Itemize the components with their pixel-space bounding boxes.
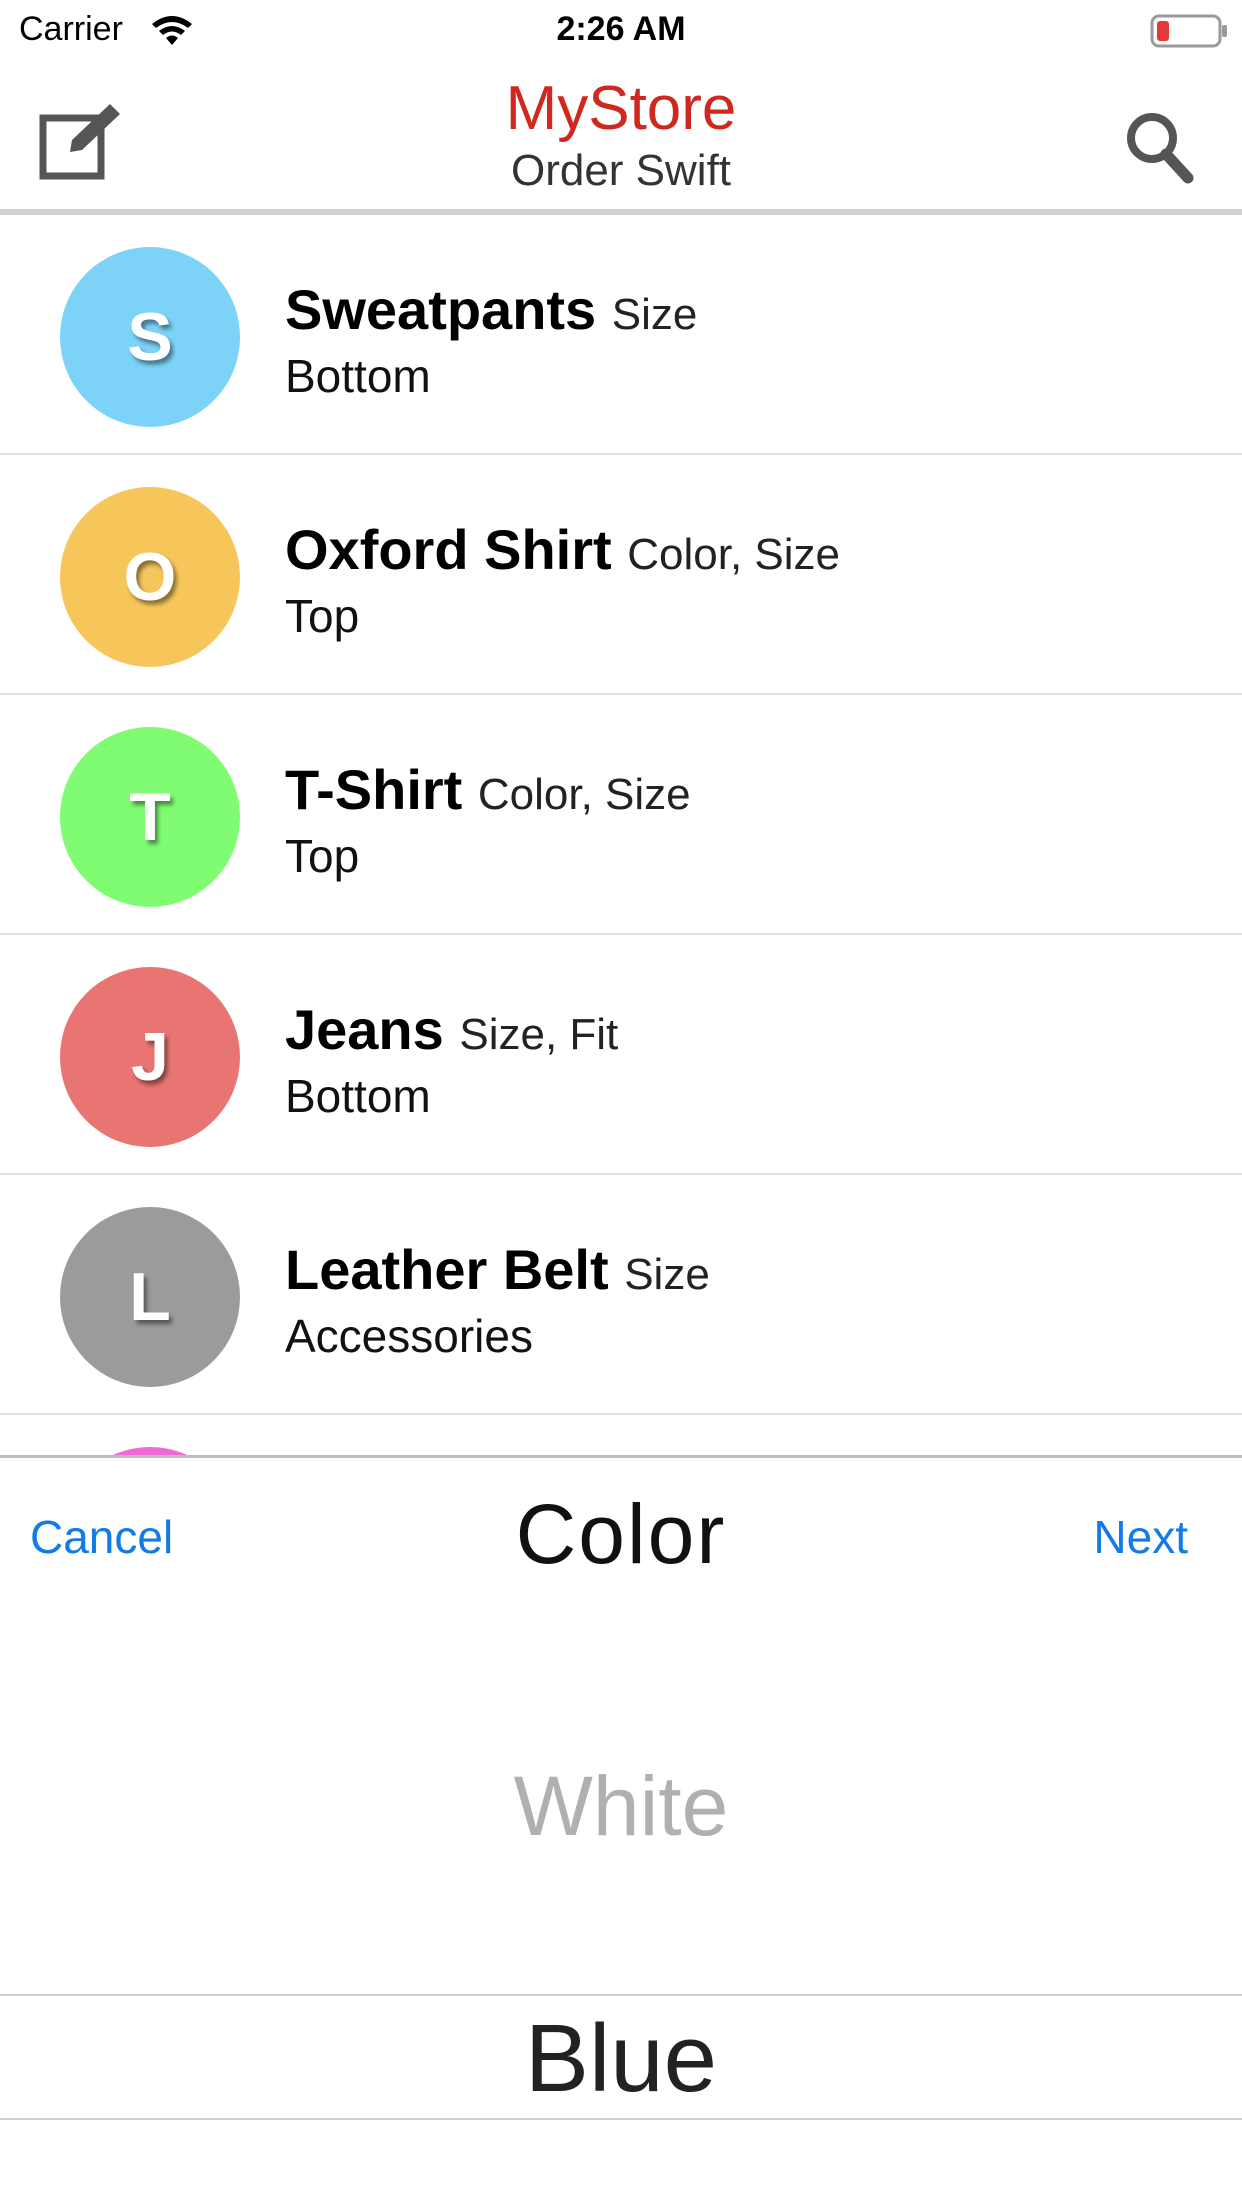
- app-title: MyStore: [505, 74, 737, 143]
- color-picker-wheel[interactable]: White Blue: [0, 1608, 1242, 2208]
- list-item[interactable]: O Oxford Shirt Color, Size Top: [0, 455, 1242, 695]
- picker-selection-band: Blue: [0, 1994, 1242, 2120]
- avatar: T: [60, 727, 240, 907]
- product-options: Size, Fit: [459, 1010, 619, 1059]
- navigation-bar: MyStore Order Swift: [0, 60, 1242, 213]
- avatar: L: [60, 1207, 240, 1387]
- picker-option[interactable]: White: [0, 1758, 1242, 1855]
- product-category: Top: [285, 590, 360, 642]
- picker-title: Color: [515, 1487, 727, 1581]
- avatar: J: [60, 967, 240, 1147]
- product-category: Bottom: [285, 350, 431, 402]
- avatar: S: [60, 247, 240, 427]
- product-name: Jeans: [285, 998, 444, 1061]
- status-bar: Carrier 2:26 AM: [0, 0, 1242, 60]
- battery-icon: [1150, 14, 1227, 48]
- product-category: Top: [285, 830, 360, 882]
- product-title: Jeans Size, Fit: [285, 997, 618, 1068]
- product-name: Sweatpants: [285, 278, 597, 341]
- search-icon[interactable]: [1122, 108, 1202, 188]
- product-title: Sweatpants Size: [285, 277, 697, 348]
- list-item-partial[interactable]: [0, 1415, 1242, 1455]
- product-category: Accessories: [285, 1310, 533, 1362]
- avatar: [60, 1447, 240, 1455]
- product-options: Size: [611, 290, 698, 339]
- list-item[interactable]: T T-Shirt Color, Size Top: [0, 695, 1242, 935]
- next-button[interactable]: Next: [1093, 1510, 1188, 1564]
- list-item[interactable]: L Leather Belt Size Accessories: [0, 1175, 1242, 1415]
- product-options: Size: [624, 1250, 710, 1299]
- list-item[interactable]: J Jeans Size, Fit Bottom: [0, 935, 1242, 1175]
- product-options: Color, Size: [627, 530, 841, 579]
- app-subtitle: Order Swift: [510, 146, 732, 195]
- product-name: Oxford Shirt: [285, 518, 612, 581]
- product-name: T-Shirt: [285, 758, 463, 821]
- product-title: T-Shirt Color, Size: [285, 757, 691, 828]
- product-name: Leather Belt: [285, 1238, 609, 1301]
- picker-option-selected[interactable]: Blue: [0, 2004, 1242, 2114]
- list-item[interactable]: S Sweatpants Size Bottom: [0, 215, 1242, 455]
- status-time: 2:26 AM: [556, 10, 686, 48]
- product-title: Leather Belt Size: [285, 1237, 710, 1308]
- product-options: Color, Size: [477, 770, 691, 819]
- color-picker-sheet: Cancel Color Next White Blue: [0, 1455, 1242, 2211]
- avatar: O: [60, 487, 240, 667]
- product-title: Oxford Shirt Color, Size: [285, 517, 840, 588]
- product-category: Bottom: [285, 1070, 431, 1122]
- product-list: S Sweatpants Size Bottom O Oxford Shirt …: [0, 215, 1242, 1455]
